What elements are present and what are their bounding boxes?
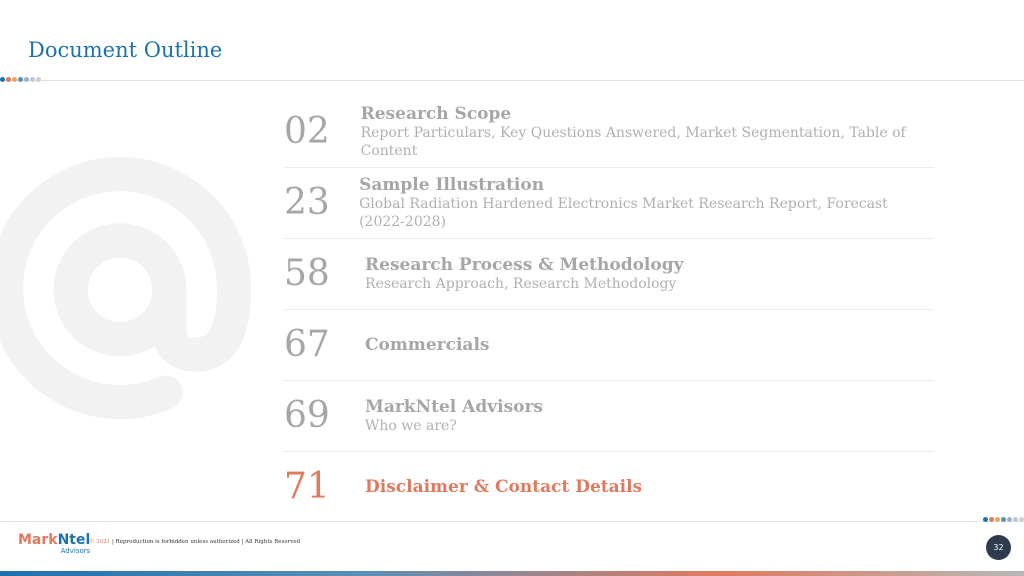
logo-mark-text: Mark <box>18 532 58 548</box>
decorative-dot <box>12 77 17 82</box>
outline-item-research-scope[interactable]: 02 Research Scope Report Particulars, Ke… <box>284 97 934 168</box>
decorative-dot <box>24 77 29 82</box>
at-sign-watermark-icon <box>0 157 252 420</box>
copyright-notice: © 2021 | Reproduction is forbidden unles… <box>89 539 300 545</box>
section-page-number: 23 <box>284 182 330 223</box>
decorative-dot <box>36 77 41 82</box>
section-heading: Disclaimer & Contact Details <box>365 476 643 497</box>
decorative-dot <box>989 517 994 522</box>
title-divider <box>0 80 1024 81</box>
footer-divider <box>0 521 1024 522</box>
section-heading: Sample Illustration <box>359 174 545 195</box>
section-heading: Research Scope <box>360 103 512 124</box>
section-subtitle: Research Approach, Research Methodology <box>365 276 677 293</box>
decorative-dot <box>1007 517 1012 522</box>
section-subtitle: Global Radiation Hardened Electronics Ma… <box>359 196 888 231</box>
section-subtitle: Report Particulars, Key Questions Answer… <box>360 125 906 160</box>
page-number-badge: 32 <box>986 535 1011 560</box>
section-page-number: 69 <box>284 395 330 436</box>
section-heading: Commercials <box>365 334 490 355</box>
decorative-dots-top <box>0 77 41 82</box>
section-subtitle: Who we are? <box>365 418 457 435</box>
section-page-number: 67 <box>284 324 330 365</box>
section-page-number: 71 <box>284 466 330 507</box>
markntel-logo: MarkNtel Advisors <box>18 533 90 555</box>
outline-item-sample-illustration[interactable]: 23 Sample Illustration Global Radiation … <box>284 168 934 239</box>
section-page-number: 02 <box>284 111 330 152</box>
outline-item-commercials[interactable]: 67 Commercials <box>284 310 934 381</box>
section-page-number: 58 <box>284 253 330 294</box>
decorative-dot <box>1019 517 1024 522</box>
copyright-text: | Reproduction is forbidden unless autho… <box>110 539 301 545</box>
section-heading: Research Process & Methodology <box>365 254 684 275</box>
outline-item-research-process[interactable]: 58 Research Process & Methodology Resear… <box>284 239 934 310</box>
outline-item-markntel-advisors[interactable]: 69 MarkNtel Advisors Who we are? <box>284 381 934 452</box>
bottom-gradient-bar <box>0 571 1024 576</box>
page-title: Document Outline <box>28 38 223 62</box>
decorative-dot <box>1001 517 1006 522</box>
logo-ntel-text: Ntel <box>57 532 91 548</box>
section-heading: MarkNtel Advisors <box>365 396 544 417</box>
decorative-dot <box>983 517 988 522</box>
decorative-dot <box>6 77 11 82</box>
decorative-dot <box>0 77 5 82</box>
decorative-dots-bottom <box>983 517 1024 522</box>
decorative-dot <box>1013 517 1018 522</box>
document-outline: 02 Research Scope Report Particulars, Ke… <box>284 97 934 522</box>
outline-item-disclaimer[interactable]: 71 Disclaimer & Contact Details <box>284 452 934 522</box>
copyright-year: © 2021 <box>89 539 111 545</box>
decorative-dot <box>995 517 1000 522</box>
decorative-dot <box>30 77 35 82</box>
decorative-dot <box>18 77 23 82</box>
logo-subtitle: Advisors <box>60 547 91 555</box>
